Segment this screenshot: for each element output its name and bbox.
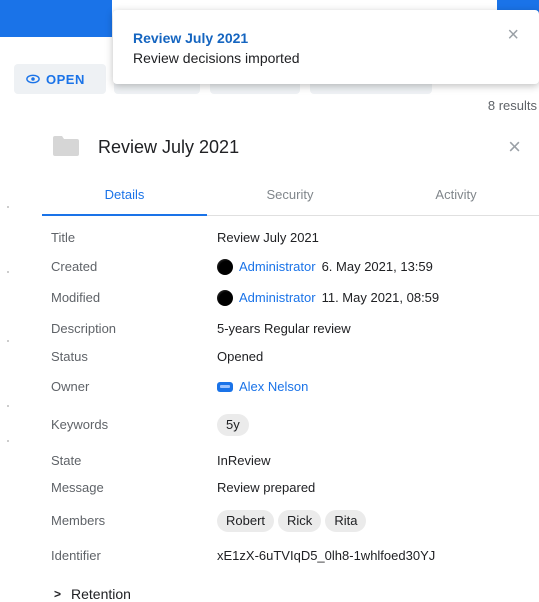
members-label: Members: [51, 513, 106, 528]
detail-row-owner: Owner Alex Nelson: [0, 376, 539, 398]
created-user-link[interactable]: Administrator: [239, 256, 316, 278]
created-date: 6. May 2021, 13:59: [321, 259, 433, 274]
detail-tabs: Details Security Activity: [42, 181, 539, 216]
member-chip[interactable]: Rita: [325, 510, 367, 532]
state-value: InReview: [217, 453, 271, 468]
created-value: Administrator 6. May 2021, 13:59: [217, 256, 433, 278]
detail-row-description: Description 5-years Regular review: [0, 318, 539, 340]
owner-value: Alex Nelson: [217, 376, 308, 398]
left-divider-dot: [7, 340, 9, 342]
detail-row-status: Status Opened: [0, 346, 539, 368]
status-value: Opened: [217, 349, 264, 364]
tab-details[interactable]: Details: [42, 181, 207, 216]
retention-label: Retention: [71, 586, 131, 602]
modified-label: Modified: [51, 290, 101, 305]
owner-link[interactable]: Alex Nelson: [239, 376, 308, 398]
identifier-value: xE1zX-6uTVIqD5_0lh8-1whlfoed30YJ: [217, 548, 436, 563]
chevron-right-icon: >: [54, 587, 62, 601]
owner-label: Owner: [51, 379, 90, 394]
detail-row-members: Members Robert Rick Rita: [0, 510, 539, 532]
tab-activity[interactable]: Activity: [373, 181, 539, 215]
avatar: [217, 259, 233, 275]
open-button[interactable]: OPEN: [14, 64, 106, 94]
detail-row-modified: Modified Administrator 11. May 2021, 08:…: [0, 287, 539, 309]
close-icon[interactable]: ×: [507, 24, 519, 47]
description-label: Description: [51, 321, 117, 336]
results-count: 8 results: [487, 98, 537, 113]
panel-title: Review July 2021: [98, 137, 240, 157]
avatar: [217, 290, 233, 306]
detail-row-created: Created Administrator 6. May 2021, 13:59: [0, 256, 539, 278]
modified-value: Administrator 11. May 2021, 08:59: [217, 287, 439, 309]
top-app-bar: [0, 0, 112, 37]
state-label: State: [51, 453, 82, 468]
left-divider-dot: [7, 440, 9, 442]
message-value: Review prepared: [217, 480, 316, 495]
open-button-label: OPEN: [46, 71, 85, 87]
modified-user-link[interactable]: Administrator: [239, 287, 316, 309]
member-chip[interactable]: Robert: [217, 510, 275, 532]
title-value: Review July 2021: [217, 230, 319, 245]
detail-row-message: Message Review prepared: [0, 477, 539, 499]
keywords-label: Keywords: [51, 417, 109, 432]
created-label: Created: [51, 259, 98, 274]
eye-icon: [26, 74, 40, 84]
keyword-chip[interactable]: 5y: [217, 414, 249, 436]
status-label: Status: [51, 349, 88, 364]
description-value: 5-years Regular review: [217, 321, 351, 336]
left-divider-dot: [7, 206, 9, 208]
folder-icon: [53, 136, 79, 156]
left-divider-dot: [7, 405, 9, 407]
keywords-value: 5y: [217, 414, 249, 436]
identifier-label: Identifier: [51, 548, 101, 563]
detail-row-keywords: Keywords 5y: [0, 414, 539, 436]
detail-row-state: State InReview: [0, 450, 539, 472]
message-label: Message: [51, 480, 104, 495]
notification-toast: Review July 2021 Review decisions import…: [113, 10, 539, 84]
tab-security[interactable]: Security: [207, 181, 373, 215]
detail-row-identifier: Identifier xE1zX-6uTVIqD5_0lh8-1whlfoed3…: [0, 545, 539, 567]
retention-expander[interactable]: > Retention: [54, 586, 131, 602]
toast-title: Review July 2021: [133, 30, 249, 46]
detail-row-title: Title Review July 2021: [0, 227, 539, 249]
title-label: Title: [51, 230, 76, 245]
toast-message: Review decisions imported: [133, 50, 300, 66]
close-icon[interactable]: ×: [508, 134, 521, 160]
member-chip[interactable]: Rick: [278, 510, 322, 532]
members-value: Robert Rick Rita: [217, 510, 367, 532]
user-icon: [217, 382, 233, 392]
modified-date: 11. May 2021, 08:59: [321, 290, 440, 305]
